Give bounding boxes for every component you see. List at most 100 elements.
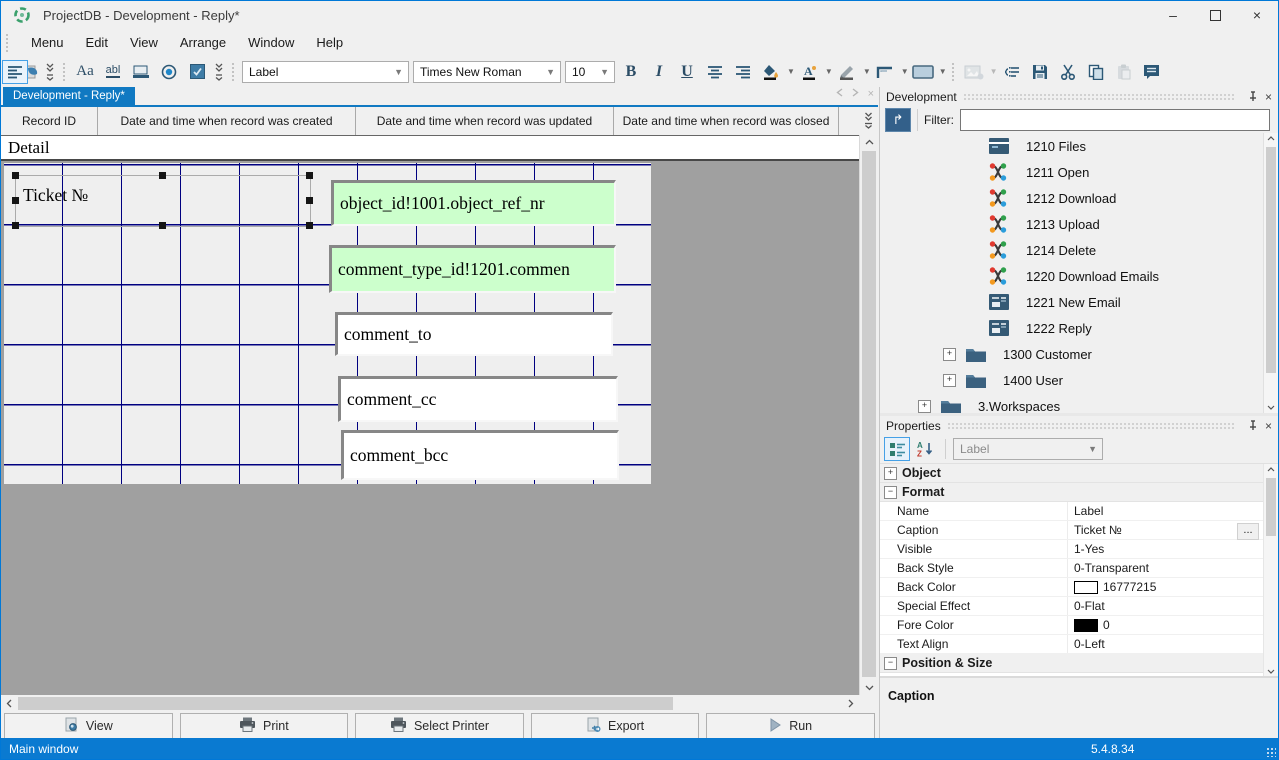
- export-button[interactable]: Export: [531, 713, 700, 740]
- cut-button[interactable]: [1055, 60, 1081, 84]
- tab-scroll-left-icon[interactable]: [836, 88, 843, 100]
- categorized-view-button[interactable]: [884, 437, 910, 461]
- design-field[interactable]: comment_to: [335, 312, 613, 356]
- tree-item[interactable]: 1212 Download: [880, 185, 1278, 211]
- style-combobox[interactable]: Label▼: [242, 61, 409, 83]
- tree-item[interactable]: 1213 Upload: [880, 211, 1278, 237]
- align-left-button[interactable]: [2, 60, 28, 84]
- designer-vertical-scrollbar[interactable]: [859, 135, 878, 695]
- property-row[interactable]: Fore Color0: [880, 616, 1278, 635]
- pen-color-button[interactable]: [834, 60, 860, 84]
- maximize-button[interactable]: [1194, 1, 1236, 29]
- chevron-updown-icon[interactable]: [45, 62, 55, 82]
- toolbar-grip[interactable]: [62, 62, 67, 82]
- notes-button[interactable]: [1139, 60, 1165, 84]
- expand-icon[interactable]: −: [884, 657, 897, 670]
- menu-item-edit[interactable]: Edit: [75, 31, 119, 54]
- print-button[interactable]: Print: [180, 713, 349, 740]
- dropdown-arrow-icon[interactable]: ▼: [901, 67, 909, 76]
- property-value[interactable]: 0-Left: [1068, 637, 1278, 651]
- menu-item-arrange[interactable]: Arrange: [169, 31, 237, 54]
- property-value[interactable]: 0: [1068, 618, 1278, 632]
- font-combobox[interactable]: Times New Roman▼: [413, 61, 561, 83]
- pin-icon[interactable]: [1248, 91, 1258, 102]
- property-row[interactable]: Visible1-Yes: [880, 540, 1278, 559]
- scrollbar-thumb[interactable]: [862, 151, 876, 677]
- run-button[interactable]: Run: [706, 713, 875, 740]
- toolbar-grip[interactable]: [951, 62, 956, 82]
- tab-close-icon[interactable]: ×: [868, 88, 874, 100]
- paste-button[interactable]: [1111, 60, 1137, 84]
- selection-handle[interactable]: [12, 222, 19, 229]
- view-button[interactable]: View: [4, 713, 173, 740]
- scroll-up-icon[interactable]: [860, 139, 878, 145]
- scrollbar-thumb[interactable]: [18, 697, 673, 710]
- sort-az-button[interactable]: AZ: [912, 437, 938, 461]
- design-field[interactable]: comment_type_id!1201.commen: [329, 245, 616, 293]
- scroll-down-icon[interactable]: [1264, 669, 1278, 674]
- design-surface[interactable]: Ticket №object_id!1001.object_ref_nrcomm…: [1, 163, 859, 695]
- property-row[interactable]: Text Align0-Left: [880, 635, 1278, 654]
- column-header[interactable]: Date and time when record was updated: [356, 107, 614, 135]
- dropdown-arrow-icon[interactable]: ▼: [825, 67, 833, 76]
- property-row[interactable]: NameLabel: [880, 502, 1278, 521]
- property-value[interactable]: 1-Yes: [1068, 542, 1278, 556]
- menu-item-menu[interactable]: Menu: [20, 31, 75, 54]
- selection-handle[interactable]: [12, 197, 19, 204]
- textbox-tool-button[interactable]: abl: [100, 60, 126, 84]
- property-row[interactable]: Back Color16777215: [880, 578, 1278, 597]
- object-selector-combobox[interactable]: Label▼: [953, 438, 1103, 460]
- tree-scrollbar[interactable]: [1263, 133, 1278, 413]
- property-value[interactable]: 0-Flat: [1068, 599, 1278, 613]
- minimize-button[interactable]: –: [1152, 1, 1194, 29]
- chevron-updown-icon[interactable]: [214, 62, 224, 82]
- tab-scroll-right-icon[interactable]: [852, 88, 859, 100]
- dropdown-arrow-icon[interactable]: ▼: [939, 67, 947, 76]
- property-category[interactable]: −Position & Size: [880, 654, 1278, 673]
- property-value[interactable]: 0-Transparent: [1068, 561, 1278, 575]
- tab-development-reply[interactable]: Development - Reply*: [3, 87, 135, 105]
- bold-button[interactable]: B: [618, 60, 644, 84]
- selection-handle[interactable]: [306, 197, 313, 204]
- scroll-down-icon[interactable]: [1264, 405, 1278, 410]
- menu-item-help[interactable]: Help: [305, 31, 354, 54]
- align-right-button[interactable]: [730, 60, 756, 84]
- property-category[interactable]: +Object: [880, 464, 1278, 483]
- design-field[interactable]: comment_bcc: [341, 430, 619, 480]
- scrollbar-thumb[interactable]: [1266, 478, 1276, 536]
- scroll-up-icon[interactable]: [1264, 467, 1278, 472]
- radio-tool-button[interactable]: [156, 60, 182, 84]
- pin-icon[interactable]: [1248, 420, 1258, 431]
- scroll-left-icon[interactable]: [6, 695, 12, 712]
- border-style-button[interactable]: [872, 60, 898, 84]
- column-header[interactable]: Date and time when record was closed: [614, 107, 839, 135]
- designer-horizontal-scrollbar[interactable]: [1, 695, 859, 712]
- ellipsis-button[interactable]: ...: [1237, 523, 1259, 540]
- pane-drag-area[interactable]: [963, 93, 1235, 101]
- expand-icon[interactable]: +: [884, 467, 897, 480]
- menu-item-view[interactable]: View: [119, 31, 169, 54]
- design-field[interactable]: comment_cc: [338, 376, 618, 422]
- property-row[interactable]: Special Effect0-Flat: [880, 597, 1278, 616]
- dropdown-arrow-icon[interactable]: ▼: [863, 67, 871, 76]
- filter-input[interactable]: [960, 109, 1270, 131]
- tree-item[interactable]: +3.Workspaces: [880, 393, 1278, 413]
- close-button[interactable]: ×: [1236, 1, 1278, 29]
- tree-item[interactable]: 1210 Files: [880, 133, 1278, 159]
- scrollbar-thumb[interactable]: [1266, 147, 1276, 373]
- tree-item[interactable]: 1211 Open: [880, 159, 1278, 185]
- property-row[interactable]: CaptionTicket №...: [880, 521, 1278, 540]
- font-size-combobox[interactable]: 10▼: [565, 61, 615, 83]
- design-field[interactable]: object_id!1001.object_ref_nr: [331, 180, 616, 226]
- font-color-button[interactable]: A: [796, 60, 822, 84]
- property-value[interactable]: Label: [1068, 504, 1278, 518]
- button-tool-button[interactable]: [128, 60, 154, 84]
- label-tool-button[interactable]: Aa: [72, 60, 98, 84]
- selection-handle[interactable]: [306, 172, 313, 179]
- tree-item[interactable]: 1222 Reply: [880, 315, 1278, 341]
- close-pane-icon[interactable]: ×: [1265, 90, 1272, 104]
- insert-image-button[interactable]: [961, 60, 987, 84]
- property-row[interactable]: Back Style0-Transparent: [880, 559, 1278, 578]
- selection-handle[interactable]: [159, 172, 166, 179]
- expand-icon[interactable]: −: [884, 486, 897, 499]
